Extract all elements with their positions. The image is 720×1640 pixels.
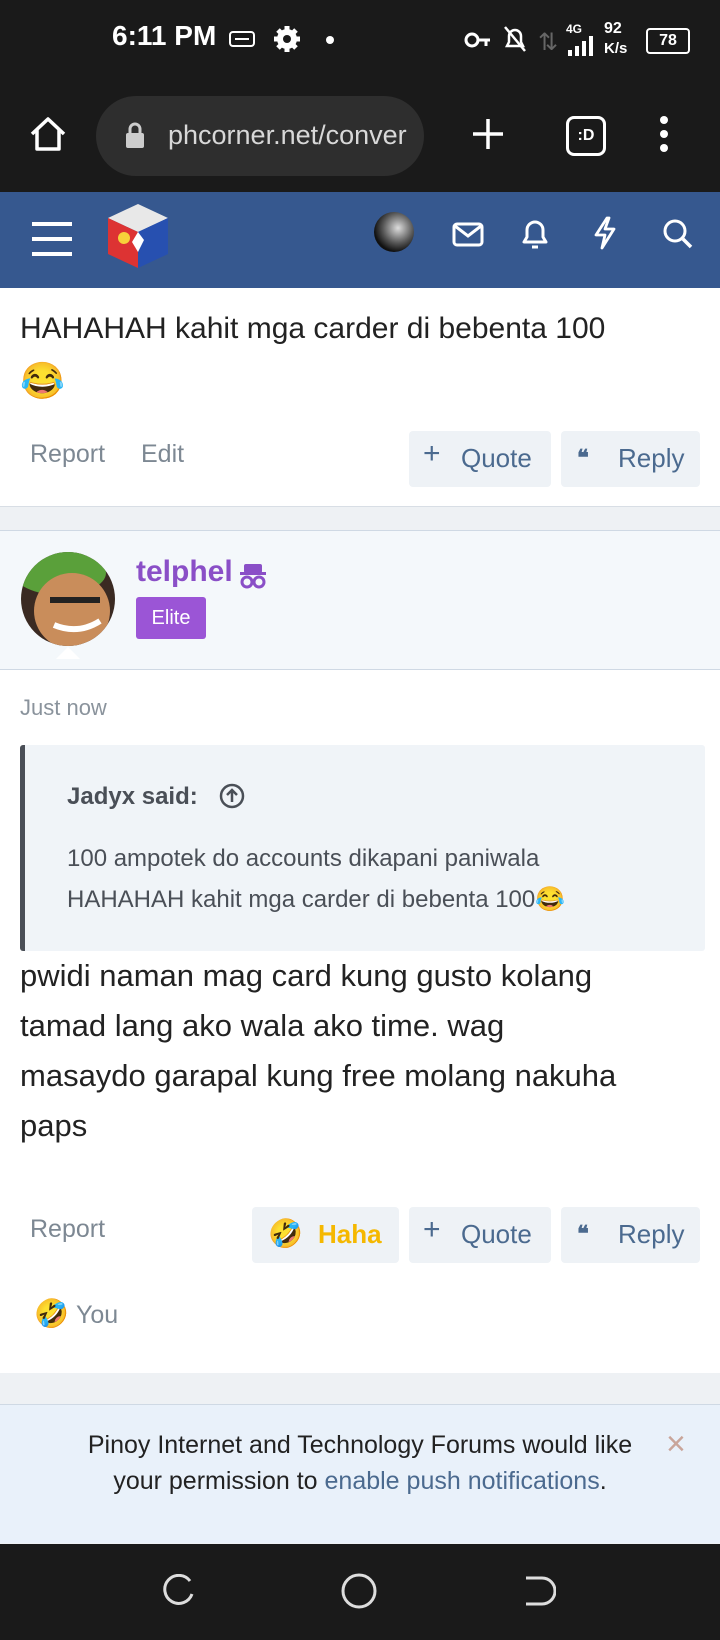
more-menu-icon[interactable] (652, 114, 676, 154)
report-link[interactable]: Report (30, 1215, 105, 1244)
user-badge: Elite (136, 597, 206, 639)
status-bar: 6:11 PM ⇅ 4G 92 K/s 78 (0, 0, 720, 80)
notice-line-2-suffix: . (599, 1467, 607, 1495)
settings-icon (274, 26, 300, 52)
search-icon[interactable] (662, 218, 694, 250)
quote-button[interactable]: + Quote (409, 431, 551, 487)
report-link[interactable]: Report (30, 440, 105, 469)
quote-text-line-1: 100 ampotek do accounts dikapani paniwal… (67, 845, 540, 872)
post-body-line: tamad lang ako wala ako time. wag (20, 1008, 505, 1043)
lightning-icon[interactable] (592, 216, 618, 250)
haha-reaction-button[interactable]: 🤣 Haha (252, 1207, 399, 1263)
quote-label: Quote (461, 443, 532, 473)
bell-icon[interactable] (520, 218, 550, 250)
username-link[interactable]: telphel (136, 555, 233, 589)
close-icon[interactable]: × (666, 1425, 686, 1464)
post-text: HAHAHAH kahit mga carder di bebenta 100 (20, 312, 606, 345)
push-notification-notice: Pinoy Internet and Technology Forums wou… (0, 1404, 720, 1543)
quote-label: Quote (461, 1219, 532, 1249)
status-time: 6:11 PM (112, 20, 217, 51)
reply-quote-icon: ❝ (577, 1221, 589, 1246)
reply-button[interactable]: ❝ Reply (561, 431, 700, 487)
incognito-icon (240, 564, 266, 589)
post-body-line: pwidi naman mag card kung gusto kolang (20, 958, 593, 993)
signal-icon (568, 36, 593, 56)
post-body-line: paps (20, 1108, 88, 1143)
site-header (0, 192, 720, 288)
data-arrows-icon: ⇅ (538, 29, 559, 56)
address-bar[interactable]: phcorner.net/conver (96, 96, 424, 176)
url-text: phcorner.net/conver (168, 120, 407, 150)
tears-of-joy-emoji: 😂 (20, 360, 65, 401)
cast-icon (229, 31, 255, 47)
post-card: telphel Elite Just now Jadyx said: 100 a… (0, 530, 720, 1373)
home-icon[interactable] (28, 114, 68, 154)
recents-icon[interactable] (162, 1574, 196, 1608)
rofl-emoji-icon: 🤣 (268, 1218, 303, 1249)
lock-icon (126, 122, 144, 148)
notification-dot (326, 36, 334, 44)
network-type: 4G (566, 22, 583, 36)
poster-avatar[interactable] (20, 551, 116, 647)
speed-unit: K/s (604, 40, 628, 57)
plus-icon: + (423, 437, 441, 470)
back-icon[interactable] (522, 1574, 556, 1608)
notice-line-1: Pinoy Internet and Technology Forums wou… (87, 1431, 633, 1459)
user-avatar[interactable] (374, 212, 414, 252)
speed-value: 92 (604, 20, 622, 37)
reply-button[interactable]: ❝ Reply (561, 1207, 700, 1263)
enable-push-link[interactable]: enable push notifications (325, 1467, 600, 1495)
rofl-emoji-icon: 🤣 (34, 1298, 69, 1329)
notice-line-2: your permission to enable push notificat… (0, 1467, 720, 1496)
post-card-previous: HAHAHAH kahit mga carder di bebenta 100 … (0, 288, 720, 507)
reply-quote-icon: ❝ (577, 445, 589, 470)
reaction-user: You (76, 1301, 119, 1329)
reply-label: Reply (618, 1219, 685, 1249)
tabs-switcher-button[interactable]: :D (566, 116, 606, 156)
vpn-key-icon (464, 32, 490, 48)
avatar-pointer (56, 647, 80, 659)
post-body-line: masaydo garapal kung free molang nakuha (20, 1058, 617, 1093)
haha-label: Haha (318, 1219, 382, 1249)
notice-line-2-prefix: your permission to (113, 1467, 325, 1495)
quote-block: Jadyx said: 100 ampotek do accounts dika… (20, 745, 705, 951)
quote-button[interactable]: + Quote (409, 1207, 551, 1263)
new-tab-icon[interactable] (470, 116, 506, 152)
site-logo[interactable] (104, 200, 172, 272)
mail-icon[interactable] (452, 222, 484, 248)
post-body: pwidi naman mag card kung gusto kolang t… (20, 951, 710, 1151)
post-timestamp[interactable]: Just now (20, 695, 107, 721)
home-nav-icon[interactable] (340, 1572, 378, 1610)
plus-icon: + (423, 1213, 441, 1246)
quote-text-line-2: HAHAHAH kahit mga carder di bebenta 100😂 (67, 886, 566, 913)
system-nav-bar (0, 1544, 720, 1640)
menu-icon[interactable] (32, 222, 72, 256)
quote-author[interactable]: Jadyx said: (67, 783, 198, 811)
battery-icon: 78 (646, 28, 690, 54)
bell-off-icon (504, 26, 526, 52)
reply-label: Reply (618, 443, 685, 473)
edit-link[interactable]: Edit (141, 440, 184, 469)
arrow-up-circle-icon[interactable] (219, 783, 245, 809)
